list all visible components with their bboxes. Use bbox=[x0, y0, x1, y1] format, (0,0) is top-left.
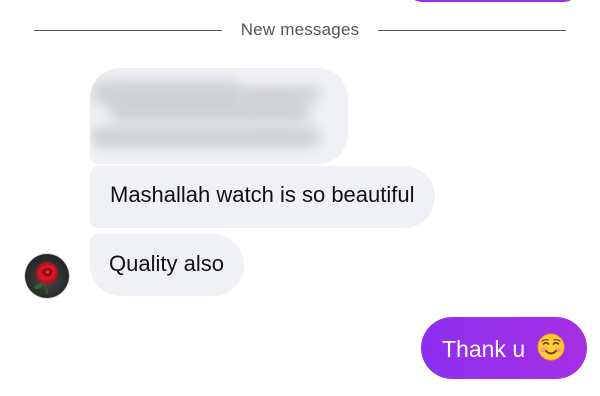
message-text: Thank u bbox=[442, 336, 526, 362]
new-messages-divider: New messages bbox=[0, 18, 600, 42]
divider-line-right bbox=[378, 30, 566, 31]
smiling-face-with-blush-emoji-icon bbox=[537, 333, 565, 361]
rose-icon bbox=[34, 262, 58, 295]
message-text: Quality also bbox=[109, 251, 224, 276]
outgoing-message-bubble[interactable]: Thank u bbox=[421, 317, 587, 379]
divider-label: New messages bbox=[240, 20, 360, 39]
previous-outgoing-bubble[interactable] bbox=[408, 0, 578, 2]
divider-line-left bbox=[34, 30, 222, 31]
incoming-message-bubble[interactable]: Mashallah watch is so beautiful bbox=[90, 166, 435, 228]
blurred-message-bubble[interactable] bbox=[90, 68, 348, 164]
sender-avatar[interactable] bbox=[25, 254, 69, 298]
incoming-message-bubble[interactable]: Quality also bbox=[90, 234, 244, 296]
message-text: Mashallah watch is so beautiful bbox=[110, 182, 415, 207]
